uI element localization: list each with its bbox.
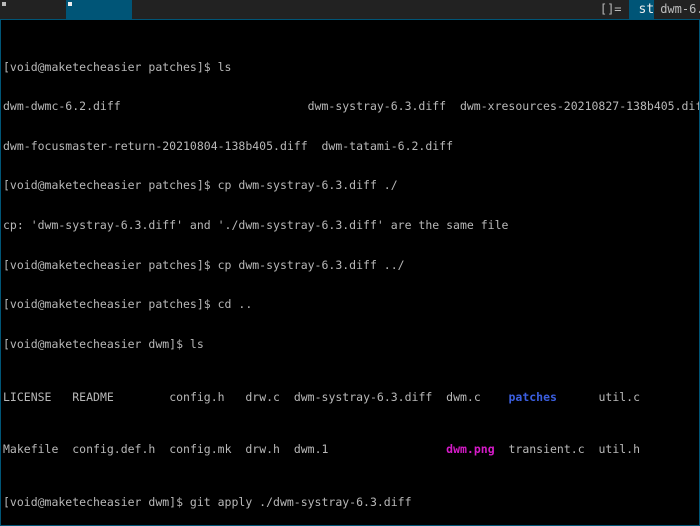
screen: 1 2 3 4 5 6 7 8 9 []= st dwm-6.3 (0, 0, 700, 526)
terminal-line: cp: 'dwm-systray-6.3.diff' and './dwm-sy… (3, 217, 509, 232)
ls-entry-util-c: util.c (556, 389, 641, 404)
ls-entry-readme: README (72, 389, 170, 404)
terminal-window[interactable]: [void@maketecheasier patches]$ ls dwm-dw… (0, 19, 700, 526)
layout-symbol-button[interactable]: []= (594, 0, 629, 19)
tag-button-8[interactable]: 8 (462, 0, 529, 19)
tag-button-7[interactable]: 7 (396, 0, 463, 19)
ls-entry-config-h: config.h (169, 389, 246, 404)
tag-button-1[interactable]: 1 (0, 0, 67, 19)
ls-entry-transient-util: transient.c util.h (494, 442, 641, 457)
ls-entry-license: LICENSE (3, 389, 73, 404)
terminal-ls-row: Makefile config.def.h config.mk drw.h dw… (3, 443, 699, 456)
status-text: dwm-6.3 (654, 0, 700, 19)
tag-button-4[interactable]: 4 (198, 0, 265, 19)
terminal-line: dwm-dwmc-6.2.diff dwm-systray-6.3.diff d… (3, 99, 700, 114)
tag-button-9[interactable]: 9 (528, 0, 595, 19)
ls-entry-drw-c: drw.c (245, 389, 294, 404)
ls-entry-dwm-c: dwm.c (446, 389, 509, 404)
tag-occupied-indicator-icon (2, 2, 6, 6)
terminal-output[interactable]: [void@maketecheasier patches]$ ls dwm-dw… (3, 21, 699, 525)
ls-entry-makefile: Makefile (3, 442, 73, 457)
ls-entry-dwm-systray-diff: dwm-systray-6.3.diff (293, 389, 447, 404)
ls-entry-drw-h: drw.h (245, 442, 294, 457)
terminal-line: [void@maketecheasier patches]$ ls (3, 59, 232, 74)
tag-button-5[interactable]: 5 (264, 0, 331, 19)
terminal-line: [void@maketecheasier patches]$ cp dwm-sy… (3, 257, 405, 272)
ls-entry-dwm-1: dwm.1 (293, 442, 447, 457)
tag-button-2[interactable]: 2 (66, 0, 133, 19)
tag-button-6[interactable]: 6 (330, 0, 397, 19)
terminal-line: [void@maketecheasier dwm]$ git apply ./d… (3, 495, 412, 510)
ls-entry-config-def-h: config.def.h (72, 442, 170, 457)
terminal-line: [void@maketecheasier patches]$ cd .. (3, 297, 253, 312)
terminal-ls-row: LICENSE README config.h drw.c dwm-systra… (3, 389, 699, 404)
terminal-line: dwm-focusmaster-return-20210804-138b405.… (3, 138, 454, 153)
terminal-line: [void@maketecheasier patches]$ cp dwm-sy… (3, 178, 398, 193)
ls-entry-config-mk: config.mk (169, 442, 246, 457)
tag-button-3[interactable]: 3 (132, 0, 199, 19)
dwm-status-bar: 1 2 3 4 5 6 7 8 9 []= st dwm-6.3 (0, 0, 700, 19)
ls-entry-dwm-png: dwm.png (446, 442, 495, 457)
tag-occupied-indicator-icon (68, 2, 73, 6)
ls-entry-patches-directory: patches (508, 389, 557, 404)
window-title: st (628, 0, 655, 19)
terminal-line: [void@maketecheasier dwm]$ ls (3, 336, 204, 351)
